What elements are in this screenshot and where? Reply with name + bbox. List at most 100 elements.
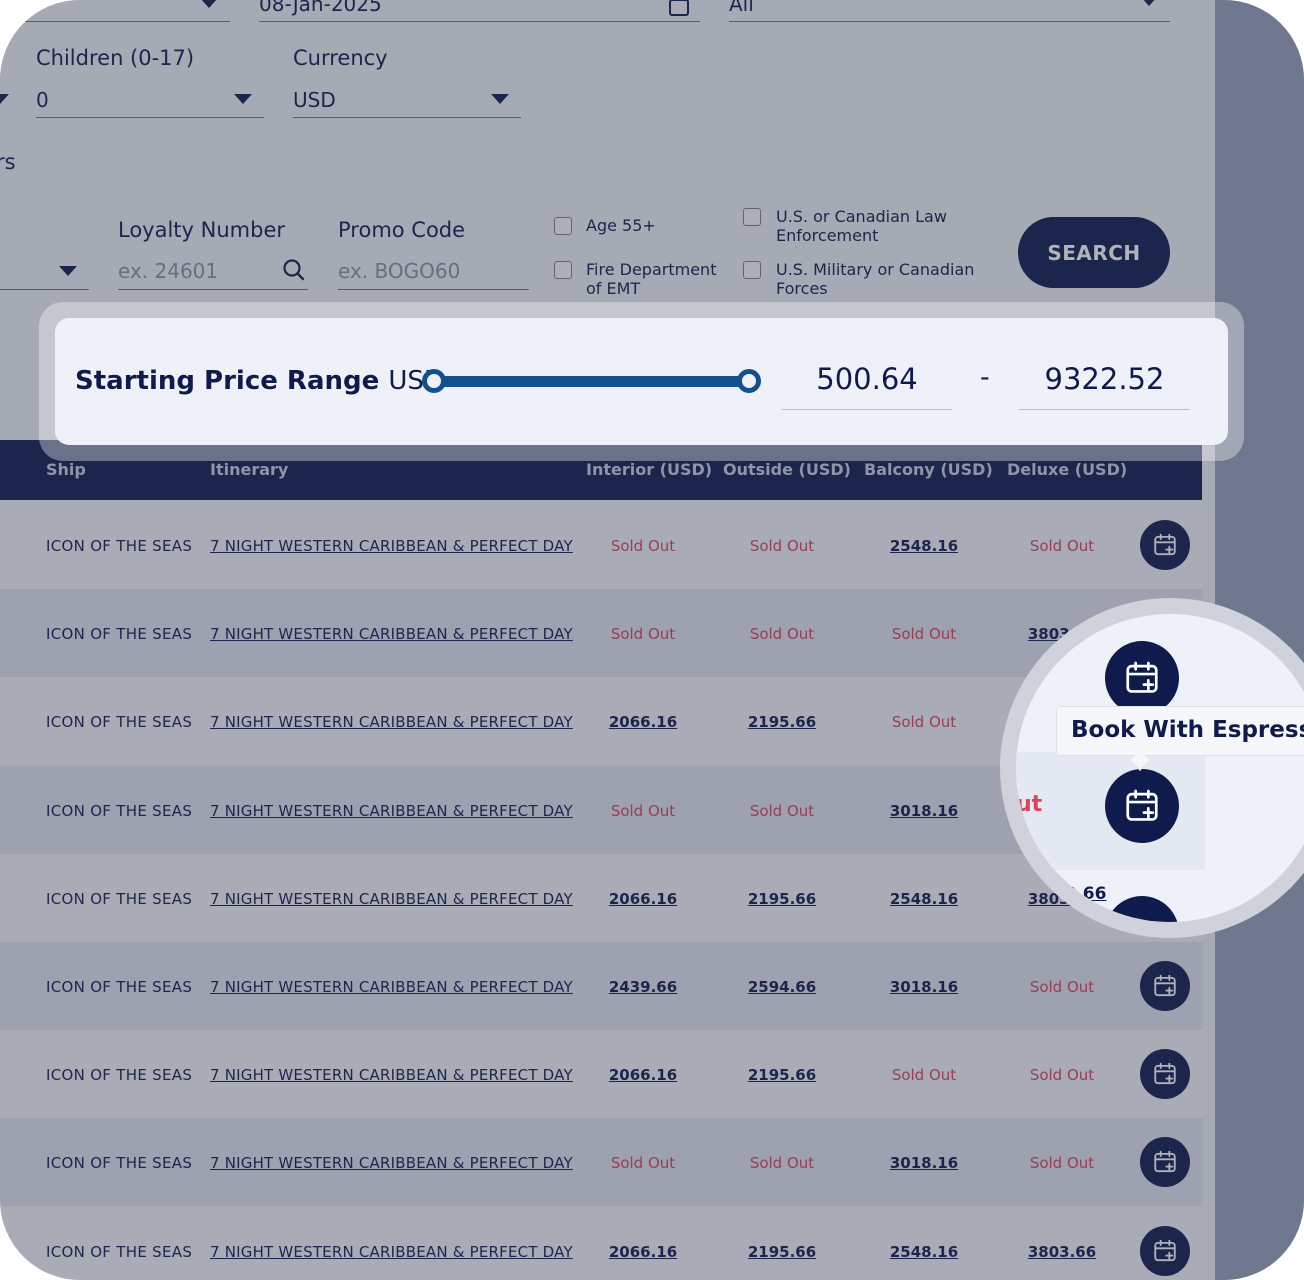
balcony-price[interactable]: 2548.16 [890, 890, 958, 908]
law-enforcement-checkbox[interactable] [743, 208, 761, 226]
calendar-plus-icon [1154, 974, 1176, 997]
chevron-down-icon [59, 266, 77, 276]
children-dropdown[interactable]: 0 [36, 84, 264, 118]
interior-price: Sold Out [610, 537, 676, 555]
search-icon[interactable] [282, 258, 306, 282]
promo-input[interactable]: ex. BOGO60 [338, 256, 529, 290]
header-ship: Ship [46, 460, 86, 479]
ship-name: ICON OF THE SEAS [46, 1242, 193, 1261]
balcony-price[interactable]: 3018.16 [890, 1154, 958, 1172]
interior-price[interactable]: 2066.16 [609, 1066, 677, 1084]
deluxe-price[interactable]: 3803.66 [1028, 1243, 1096, 1261]
book-button[interactable] [1105, 641, 1179, 715]
promo-placeholder: ex. BOGO60 [338, 259, 461, 283]
table-row: ICON OF THE SEAS 7 NIGHT WESTERN CARIBBEA… [0, 501, 1202, 589]
interior-price[interactable]: 2066.16 [609, 890, 677, 908]
book-button[interactable] [1140, 1049, 1190, 1100]
fire-emt-checkbox[interactable] [554, 261, 572, 279]
balcony-price[interactable]: 2548.16 [890, 1243, 958, 1261]
left-dropdown[interactable] [0, 256, 89, 290]
booking-page: 08-Jan-2025 All Children (0-17) 0 Curren… [0, 0, 1215, 1280]
calendar-plus-icon [1154, 1151, 1176, 1173]
itinerary-link[interactable]: 7 NIGHT WESTERN CARIBBEAN & PERFECT DAY [210, 1154, 573, 1172]
balcony-price: Sold Out [891, 713, 957, 732]
price-slider-track[interactable] [434, 376, 750, 387]
outside-price[interactable]: 2195.66 [748, 890, 816, 908]
age-55-checkbox[interactable] [554, 217, 572, 235]
outside-price: Sold Out [749, 801, 815, 820]
header-deluxe: Deluxe (USD) [1007, 460, 1128, 479]
interior-price[interactable]: 2066.16 [609, 1243, 677, 1261]
top-left-dropdown[interactable] [0, 0, 230, 22]
currency-value: USD [293, 88, 336, 112]
table-row: ICON OF THE SEAS 7 NIGHT WESTERN CARIBBEA… [0, 1030, 1202, 1119]
deluxe-price: Sold Out [1029, 1154, 1095, 1173]
magnified-price: 3803.66 [1029, 884, 1107, 904]
outside-price: Sold Out [749, 1154, 815, 1173]
deluxe-price: Sold Out [1029, 1066, 1095, 1085]
currency-dropdown[interactable]: USD [293, 84, 521, 118]
itinerary-link[interactable]: 7 NIGHT WESTERN CARIBBEAN & PERFECT DAY [210, 1243, 573, 1261]
interior-price: Sold Out [610, 1154, 676, 1173]
loyalty-placeholder: ex. 24601 [118, 259, 219, 283]
book-button[interactable] [1140, 1137, 1190, 1188]
all-dropdown[interactable]: All [729, 0, 1170, 22]
book-button[interactable] [1140, 961, 1190, 1011]
book-button-hovered[interactable] [1105, 769, 1179, 843]
magnifier-lens: ut 3803.66 Book With Espresso [1016, 614, 1304, 922]
price-min-input[interactable]: 500.64 [782, 358, 952, 410]
table-row: ICON OF THE SEAS 7 NIGHT WESTERN CARIBBEA… [0, 942, 1202, 1030]
outside-price: Sold Out [749, 537, 815, 555]
header-interior: Interior (USD) [586, 460, 713, 479]
book-tooltip: Book With Espresso [1056, 706, 1304, 756]
outside-price[interactable]: 2594.66 [748, 978, 816, 996]
itinerary-link[interactable]: 7 NIGHT WESTERN CARIBBEAN & PERFECT DAY [210, 978, 573, 996]
book-button[interactable] [1105, 896, 1179, 922]
chevron-down-icon[interactable] [0, 94, 9, 104]
price-range-title-wrap: Starting Price Range USD [75, 366, 444, 396]
sail-date-value: 08-Jan-2025 [259, 0, 382, 16]
loyalty-input[interactable]: ex. 24601 [118, 256, 308, 290]
outside-price[interactable]: 2195.66 [748, 1243, 816, 1261]
price-max-input[interactable]: 9322.52 [1019, 358, 1190, 410]
table-row: ICON OF THE SEAS 7 NIGHT WESTERN CARIBBEA… [0, 1118, 1202, 1207]
book-button[interactable] [1140, 520, 1190, 570]
ship-name: ICON OF THE SEAS [46, 801, 193, 820]
header-balcony: Balcony (USD) [864, 460, 993, 479]
military-label: U.S. Military or Canadian Forces [776, 260, 975, 298]
itinerary-link[interactable]: 7 NIGHT WESTERN CARIBBEAN & PERFECT DAY [210, 890, 573, 908]
magnified-margin [1205, 614, 1304, 922]
interior-price: Sold Out [610, 801, 676, 820]
balcony-price[interactable]: 2548.16 [890, 537, 958, 555]
calendar-icon[interactable] [668, 0, 690, 18]
partial-section-label: rs [0, 150, 16, 174]
ship-name: ICON OF THE SEAS [46, 537, 193, 555]
balcony-price: Sold Out [891, 1066, 957, 1085]
outside-price[interactable]: 2195.66 [748, 713, 816, 731]
price-slider-max-handle[interactable] [737, 369, 761, 393]
loyalty-label: Loyalty Number [118, 218, 286, 242]
balcony-price: Sold Out [891, 625, 957, 644]
children-value: 0 [36, 88, 49, 112]
itinerary-link[interactable]: 7 NIGHT WESTERN CARIBBEAN & PERFECT DAY [210, 802, 573, 820]
itinerary-link[interactable]: 7 NIGHT WESTERN CARIBBEAN & PERFECT DAY [210, 537, 573, 555]
search-button[interactable]: SEARCH [1018, 217, 1170, 288]
screen-frame: 08-Jan-2025 All Children (0-17) 0 Curren… [0, 0, 1304, 1280]
interior-price[interactable]: 2066.16 [609, 713, 677, 731]
calendar-plus-icon [1126, 789, 1158, 821]
balcony-price[interactable]: 3018.16 [890, 978, 958, 996]
itinerary-link[interactable]: 7 NIGHT WESTERN CARIBBEAN & PERFECT DAY [210, 1066, 573, 1084]
header-itinerary: Itinerary [210, 460, 289, 479]
promo-label: Promo Code [338, 218, 466, 242]
sail-date-field[interactable]: 08-Jan-2025 [259, 0, 700, 22]
age-55-label: Age 55+ [586, 216, 656, 235]
deluxe-price: Sold Out [1029, 978, 1095, 996]
interior-price[interactable]: 2439.66 [609, 978, 677, 996]
itinerary-link[interactable]: 7 NIGHT WESTERN CARIBBEAN & PERFECT DAY [210, 625, 573, 643]
itinerary-link[interactable]: 7 NIGHT WESTERN CARIBBEAN & PERFECT DAY [210, 713, 573, 731]
book-button[interactable] [1140, 1225, 1190, 1276]
military-checkbox[interactable] [743, 261, 761, 279]
price-slider-min-handle[interactable] [422, 369, 446, 393]
balcony-price[interactable]: 3018.16 [890, 802, 958, 820]
outside-price[interactable]: 2195.66 [748, 1066, 816, 1084]
